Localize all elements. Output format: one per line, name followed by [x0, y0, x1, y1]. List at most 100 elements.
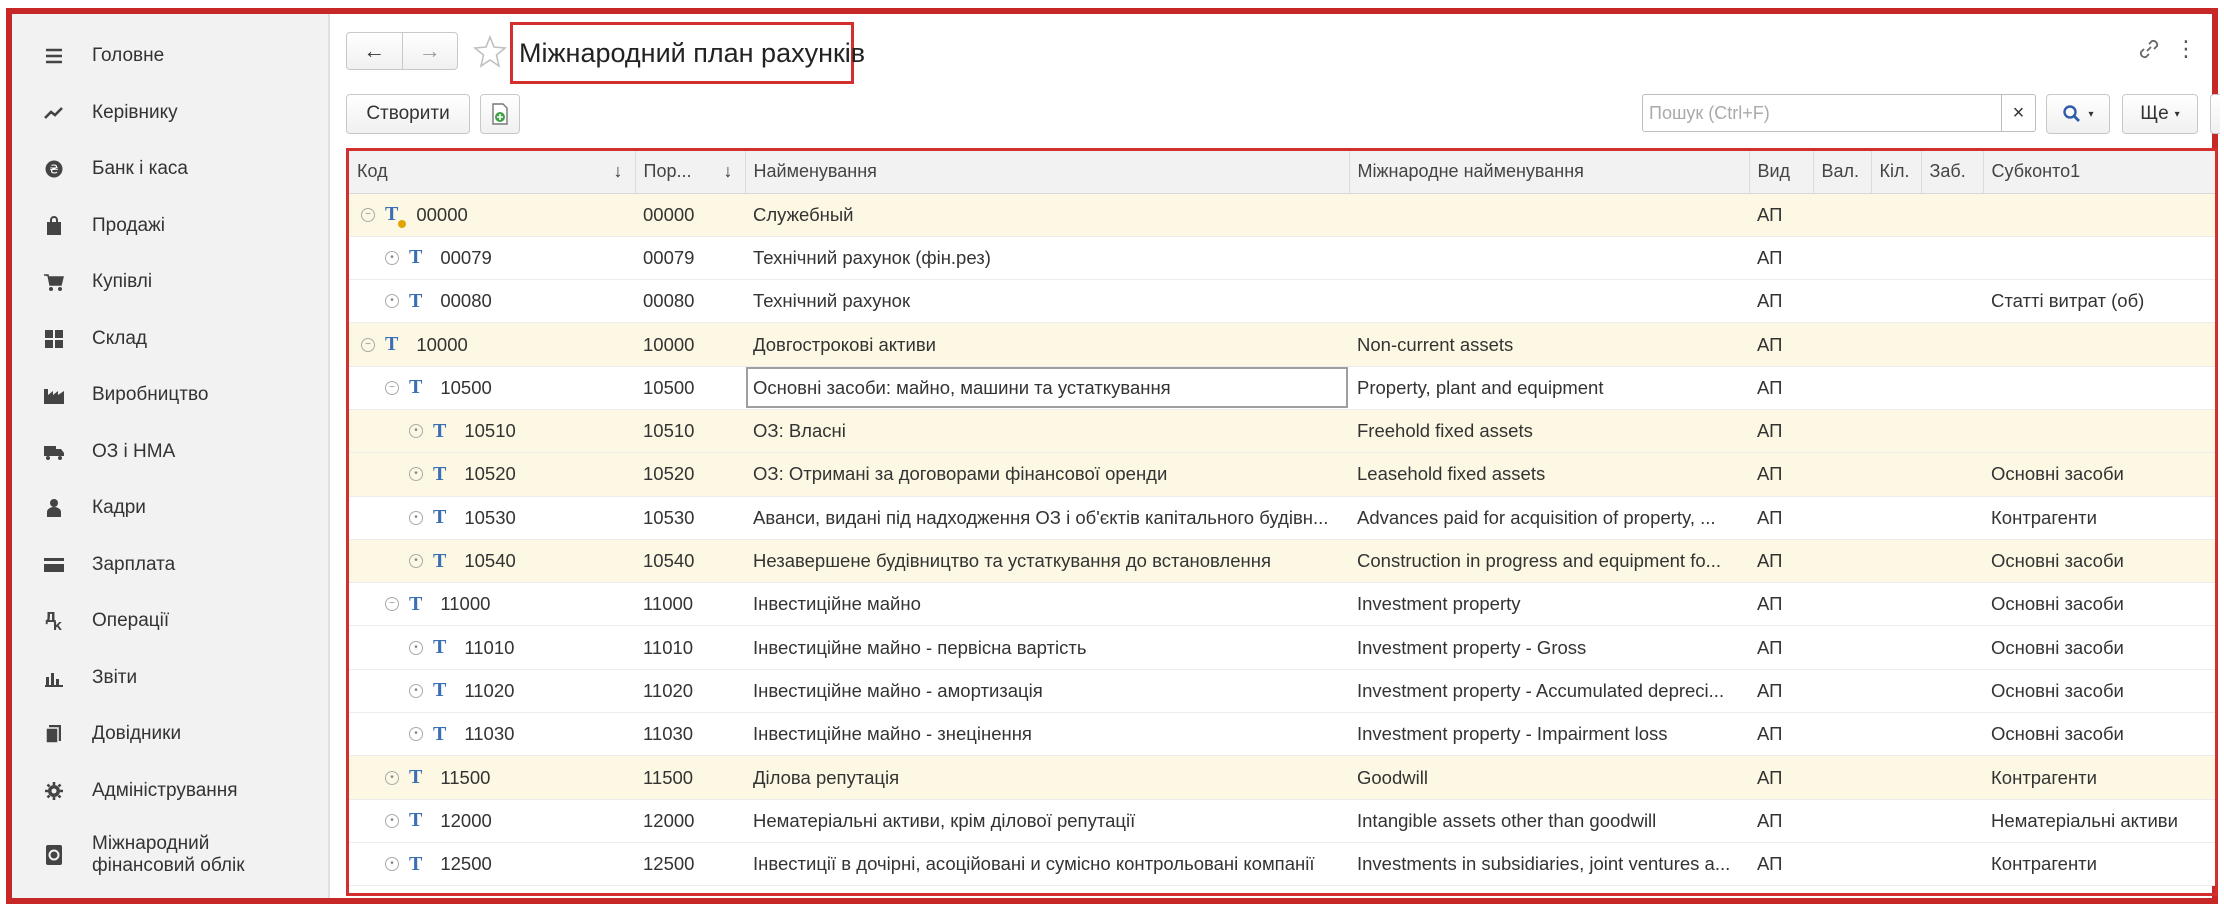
cell-quantity[interactable] [1871, 193, 1921, 237]
cell-kind[interactable]: АП [1749, 366, 1813, 410]
create-button[interactable]: Створити [346, 94, 470, 134]
cell-offbalance[interactable] [1921, 193, 1983, 237]
column-header-subconto1[interactable]: Субконто1 [1983, 151, 2215, 194]
cell-subconto1[interactable]: Контрагенти [1983, 496, 2215, 540]
cell-offbalance[interactable] [1921, 669, 1983, 714]
cell-order[interactable]: 10510 [635, 409, 745, 454]
cell-name[interactable]: Технічний рахунок (фін.рез) [745, 236, 1349, 281]
table-row[interactable]: − T 00000 00000 Служебный АП [349, 193, 2215, 237]
cell-code[interactable]: − T 10500 [349, 366, 635, 410]
cell-currency[interactable] [1813, 799, 1871, 843]
sidebar-item-9[interactable]: Зарплата [12, 537, 328, 594]
cell-quantity[interactable] [1871, 236, 1921, 281]
cell-order[interactable]: 12500 [635, 842, 745, 887]
cell-currency[interactable] [1813, 496, 1871, 540]
sidebar-item-13[interactable]: Адміністрування [12, 763, 328, 820]
cell-name[interactable]: Технічний рахунок [745, 279, 1349, 324]
expand-icon[interactable]: • [409, 467, 423, 482]
cell-currency[interactable] [1813, 669, 1871, 714]
expand-icon[interactable]: • [385, 770, 399, 785]
cell-offbalance[interactable] [1921, 496, 1983, 540]
cell-currency[interactable] [1813, 755, 1871, 800]
expand-icon[interactable]: • [409, 640, 423, 655]
cell-subconto1[interactable] [1983, 409, 2215, 454]
cell-name[interactable]: Незавершене будівництво та устаткування … [745, 539, 1349, 584]
cell-order[interactable]: 00000 [635, 193, 745, 237]
cell-name[interactable]: Довгострокові активи [745, 322, 1349, 367]
cell-intl-name[interactable]: Goodwill [1349, 755, 1749, 800]
cell-offbalance[interactable] [1921, 409, 1983, 454]
cell-name[interactable]: Інвестиційне майно - знецінення [745, 712, 1349, 757]
table-row[interactable]: • T 10530 10530 Аванси, видані під надходжен… [349, 496, 2215, 540]
cell-code[interactable]: • T 11030 [349, 712, 635, 757]
cell-code[interactable]: − T 10000 [349, 322, 635, 367]
cell-quantity[interactable] [1871, 582, 1921, 627]
cell-currency[interactable] [1813, 236, 1871, 281]
cell-name[interactable]: Ділова репутація [745, 755, 1349, 800]
sidebar-item-8[interactable]: Кадри [12, 480, 328, 537]
sidebar-item-4[interactable]: Купівлі [12, 254, 328, 311]
expand-icon[interactable]: • [385, 857, 399, 872]
cell-quantity[interactable] [1871, 712, 1921, 757]
cell-intl-name[interactable]: Investment property - Impairment loss [1349, 712, 1749, 757]
cell-kind[interactable]: АП [1749, 755, 1813, 800]
cell-offbalance[interactable] [1921, 452, 1983, 497]
cell-order[interactable]: 00079 [635, 236, 745, 281]
cell-subconto1[interactable]: Основні засоби [1983, 582, 2215, 627]
cell-offbalance[interactable] [1921, 279, 1983, 324]
cell-kind[interactable]: АП [1749, 799, 1813, 843]
cell-intl-name[interactable] [1349, 279, 1749, 324]
cell-name[interactable]: Нематеріальні активи, крім ділової репут… [745, 799, 1349, 843]
cell-offbalance[interactable] [1921, 322, 1983, 367]
search-button[interactable]: ▾ [2046, 94, 2110, 134]
sidebar-item-7[interactable]: ОЗ і НМА [12, 424, 328, 481]
cell-subconto1[interactable]: Основні засоби [1983, 539, 2215, 584]
cell-offbalance[interactable] [1921, 236, 1983, 281]
cell-offbalance[interactable] [1921, 625, 1983, 670]
cell-code[interactable]: • T 12000 [349, 799, 635, 843]
cell-subconto1[interactable]: Основні засоби [1983, 669, 2215, 714]
cell-code[interactable]: − T 00000 [349, 193, 635, 237]
cell-order[interactable]: 11030 [635, 712, 745, 757]
cell-name[interactable]: ОЗ: Власні [745, 409, 1349, 454]
cell-quantity[interactable] [1871, 842, 1921, 887]
cell-name[interactable]: Інвестиційне майно - первісна вартість [745, 625, 1349, 670]
cell-quantity[interactable] [1871, 539, 1921, 584]
column-header-intl-name[interactable]: Міжнародне найменування [1349, 151, 1750, 194]
cell-subconto1[interactable]: Основні засоби [1983, 712, 2215, 757]
cell-subconto1[interactable]: Контрагенти [1983, 842, 2215, 887]
cell-code[interactable]: • T 10530 [349, 496, 635, 540]
search-input[interactable] [1642, 94, 2002, 132]
sidebar-item-3[interactable]: Продажі [12, 198, 328, 255]
cell-subconto1[interactable]: Основні засоби [1983, 452, 2215, 497]
cell-currency[interactable] [1813, 539, 1871, 584]
cell-name[interactable]: Служебный [745, 193, 1349, 237]
cell-order[interactable]: 10500 [635, 366, 745, 410]
cell-order[interactable]: 10000 [635, 322, 745, 367]
column-header-order[interactable]: Пор... ↓ [635, 151, 746, 194]
table-row[interactable]: • T 00080 00080 Технічний рахунок АП Статті ви… [349, 279, 2215, 324]
column-header-kind[interactable]: Вид [1749, 151, 1814, 194]
column-header-offbalance[interactable]: Заб. [1921, 151, 1984, 194]
cell-kind[interactable]: АП [1749, 669, 1813, 714]
table-row[interactable]: • T 11020 11020 Інвестиційне майно - амортиз… [349, 669, 2215, 714]
sidebar-item-10[interactable]: Д К Операції [12, 593, 328, 650]
column-header-quantity[interactable]: Кіл. [1871, 151, 1922, 194]
cell-currency[interactable] [1813, 409, 1871, 454]
cell-order[interactable]: 11010 [635, 625, 745, 670]
cell-subconto1[interactable] [1983, 322, 2215, 367]
sidebar-item-11[interactable]: Звіти [12, 650, 328, 707]
cell-code[interactable]: • T 11010 [349, 625, 635, 670]
cell-name[interactable]: Інвестиційне майно - амортизація [745, 669, 1349, 714]
cell-quantity[interactable] [1871, 496, 1921, 540]
cell-code[interactable]: • T 11020 [349, 669, 635, 714]
cell-currency[interactable] [1813, 712, 1871, 757]
cell-order[interactable]: 10530 [635, 496, 745, 540]
cell-code[interactable]: • T 12500 [349, 842, 635, 887]
cell-name[interactable]: ОЗ: Отримані за договорами фінансової ор… [745, 452, 1349, 497]
cell-quantity[interactable] [1871, 279, 1921, 324]
cell-intl-name[interactable]: Investment property [1349, 582, 1749, 627]
cell-name[interactable]: Аванси, видані під надходження ОЗ і об'є… [745, 496, 1349, 540]
expand-icon[interactable]: • [409, 554, 423, 569]
cell-subconto1[interactable]: Статті витрат (об) [1983, 279, 2215, 324]
